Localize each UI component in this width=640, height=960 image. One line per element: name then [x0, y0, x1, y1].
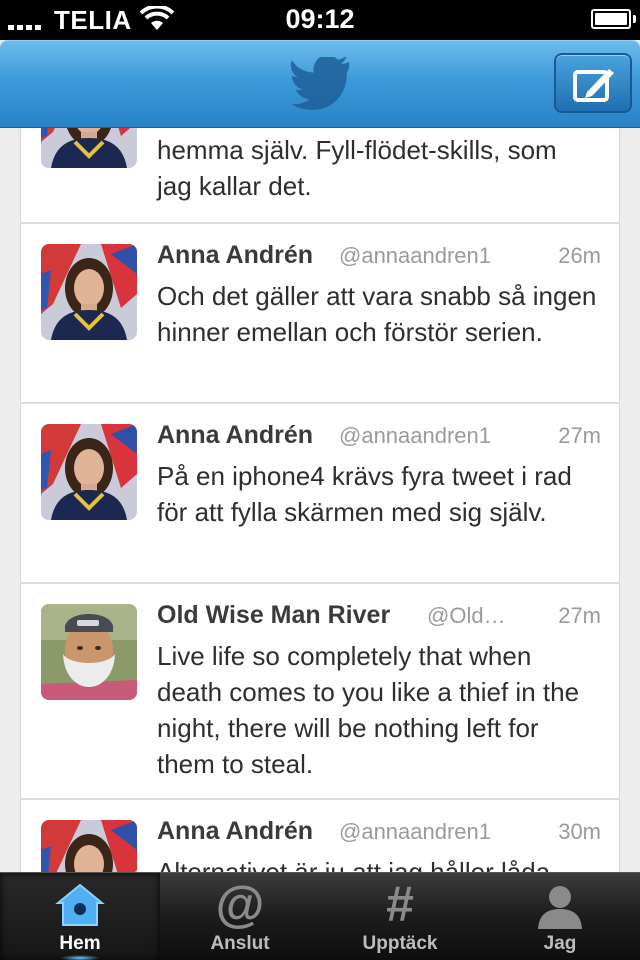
- tweet-meta: Anna Andrén @annaandren1 26m: [157, 241, 601, 275]
- author-name[interactable]: Old Wise Man River: [157, 601, 390, 630]
- avatar[interactable]: [41, 604, 137, 700]
- tweet-text: På en iphone4 krävs fyra tweet i rad för…: [157, 461, 572, 527]
- tweet-time: 30m: [558, 819, 601, 844]
- status-bar: TELIA 09:12: [0, 0, 640, 40]
- tweet-text: Och det gäller att vara snabb så ingen h…: [157, 281, 597, 347]
- tweet-text: hemma själv. Fyll-flödet-skills, som jag…: [157, 135, 557, 201]
- tweet-meta: Anna Andrén @annaandren1 27m: [157, 421, 601, 455]
- tweet-time: 27m: [558, 603, 601, 628]
- at-sign-icon: @: [215, 876, 265, 932]
- tweet-time: 26m: [558, 243, 601, 268]
- tweet-card[interactable]: Anna Andrén @annaandren1 27m På en iphon…: [20, 404, 620, 584]
- tab-upptack[interactable]: # Upptäck: [320, 873, 480, 960]
- hashtag-icon: #: [386, 876, 414, 932]
- compose-icon: [573, 69, 614, 102]
- author-handle: @annaandren1: [339, 819, 492, 844]
- author-handle: @annaandren1: [339, 423, 492, 448]
- tweet-meta: Anna Andrén @annaandren1 30m: [157, 817, 601, 851]
- tweet-card[interactable]: Anna Andrén @annaandren1 26m Och det gäl…: [20, 224, 620, 404]
- battery-tip: [633, 15, 636, 23]
- timeline[interactable]: hemma själv. Fyll-flödet-skills, som jag…: [0, 128, 640, 872]
- author-name[interactable]: Anna Andrén: [157, 241, 313, 270]
- active-tab-indicator: [60, 955, 100, 960]
- tweet-meta: Old Wise Man River @Old… 27m: [157, 601, 601, 635]
- person-icon: [538, 886, 582, 929]
- avatar[interactable]: [41, 424, 137, 520]
- tweet-card[interactable]: hemma själv. Fyll-flödet-skills, som jag…: [20, 128, 620, 224]
- tab-jag[interactable]: Jag: [480, 873, 640, 960]
- avatar[interactable]: [41, 820, 137, 872]
- tab-label: Anslut: [210, 933, 270, 954]
- navigation-bar: [0, 40, 640, 128]
- tweet-card[interactable]: Old Wise Man River @Old… 27m Live life s…: [20, 584, 620, 800]
- avatar[interactable]: [41, 244, 137, 340]
- tweet-text: Live life so completely that when death …: [157, 641, 580, 779]
- tab-label: Upptäck: [362, 933, 438, 954]
- tab-anslut[interactable]: @ Anslut: [160, 873, 320, 960]
- home-birdhouse-icon: [55, 883, 105, 926]
- author-handle: @Old…: [427, 603, 506, 628]
- battery-icon: [591, 9, 631, 29]
- tweet-text: Alternativet är ju att jag håller låda: [157, 857, 551, 872]
- author-name[interactable]: Anna Andrén: [157, 421, 313, 450]
- status-time: 09:12: [285, 4, 355, 34]
- compose-tweet-button[interactable]: [554, 53, 632, 113]
- author-name[interactable]: Anna Andrén: [157, 817, 313, 846]
- author-handle: @annaandren1: [339, 243, 492, 268]
- avatar[interactable]: [41, 128, 137, 168]
- tweet-time: 27m: [558, 423, 601, 448]
- tweet-card[interactable]: Anna Andrén @annaandren1 30m Alternative…: [20, 800, 620, 872]
- tab-bar: Hem @ Anslut # Upptäck Jag: [0, 872, 640, 960]
- tab-label: Jag: [543, 933, 577, 954]
- tab-hem[interactable]: Hem: [0, 873, 160, 960]
- twitter-bird-icon: [290, 57, 350, 110]
- tab-label: Hem: [59, 933, 101, 954]
